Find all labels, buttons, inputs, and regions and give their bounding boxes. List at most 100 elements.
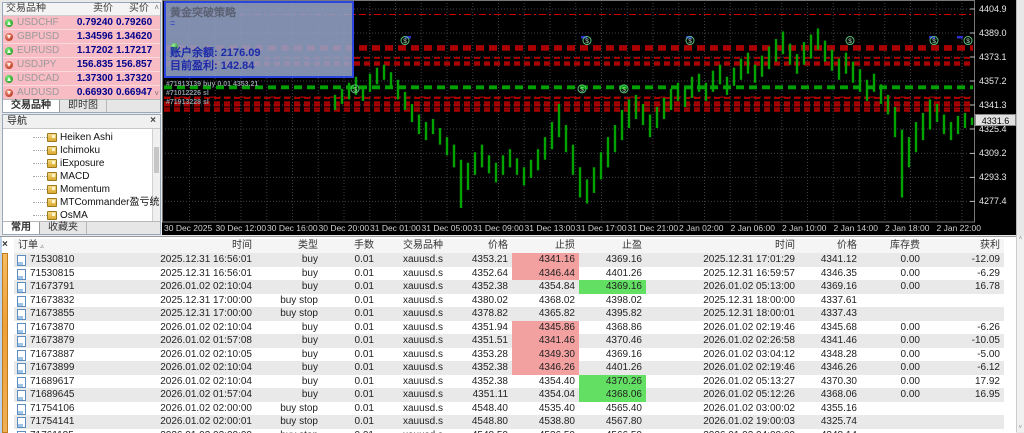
order-cell: [14, 415, 30, 429]
trend-up-icon: [5, 19, 13, 27]
column-header[interactable]: 止损: [512, 239, 579, 254]
account-balance: 账户余额: 2176.09: [170, 47, 260, 60]
stop-loss: 4368.02: [512, 294, 579, 308]
lots: 0.01: [322, 415, 378, 429]
order-row[interactable]: 715308152025.12.31 16:56:01buy0.01xauusd…: [14, 267, 1004, 281]
document-icon: [17, 390, 26, 401]
column-header[interactable]: 订单 ▵: [14, 239, 104, 254]
symbol: xauusd.s: [378, 253, 447, 267]
symbol-name: USDCHF: [3, 16, 69, 29]
symbol: xauusd.s: [378, 402, 447, 416]
column-header[interactable]: 类型: [256, 239, 322, 254]
tab-常用[interactable]: 常用: [3, 222, 40, 234]
order-id: 71689617: [30, 375, 104, 389]
swap: 0.00: [861, 388, 924, 402]
time-axis-label: 2 Jan 22:00: [937, 223, 981, 233]
order-row[interactable]: 716738792026.01.02 01:57:08buy0.01xauusd…: [14, 334, 1004, 348]
tree-item-indicator[interactable]: iExposure: [3, 157, 160, 170]
symbol-row[interactable]: AUDUSD0.669300.66947: [3, 86, 160, 99]
terminal-scrollbar[interactable]: ˄ ˅: [1016, 236, 1024, 432]
tree-item-indicator[interactable]: OsMA: [3, 209, 160, 221]
svg-text:$: $: [966, 38, 970, 45]
order-row[interactable]: 716738552025.12.31 17:00:00buy stop0.01x…: [14, 307, 1004, 321]
scroll-down-icon[interactable]: ˅: [1019, 425, 1023, 431]
open-price: 4548.50: [447, 429, 512, 433]
column-ask[interactable]: 买价: [116, 3, 152, 15]
document-icon: [17, 350, 26, 361]
tab-即时图[interactable]: 即时图: [60, 100, 107, 112]
open-price: 4351.11: [447, 388, 512, 402]
order-row[interactable]: 716896452026.01.02 01:57:04buy0.01xauusd…: [14, 388, 1004, 402]
close-price: 4355.16: [799, 402, 861, 416]
order-row[interactable]: 716738322025.12.31 17:00:00buy stop0.01x…: [14, 294, 1004, 308]
symbol-row[interactable]: USDCAD1.373001.37320: [3, 72, 160, 86]
close-icon[interactable]: ×: [150, 115, 156, 128]
symbol-row[interactable]: USDJPY156.835156.857: [3, 58, 160, 72]
scroll-up-icon[interactable]: ˄: [1019, 236, 1023, 242]
symbol: xauusd.s: [378, 334, 447, 348]
take-profit: 4369.16: [579, 280, 646, 294]
lots: 0.01: [322, 402, 378, 416]
time-axis-label: 30 Dec 20:00: [319, 223, 370, 233]
column-header[interactable]: 获利: [924, 239, 1004, 254]
current-profit: 目前盈利: 142.84: [170, 60, 260, 73]
scroll-down-icon[interactable]: ˅: [154, 90, 159, 98]
tree-item-indicator[interactable]: Momentum: [3, 183, 160, 196]
tab-交易品种[interactable]: 交易品种: [3, 100, 60, 112]
order-row[interactable]: 717541412026.01.02 02:00:01buy stop0.01x…: [14, 415, 1004, 429]
open-time: 2026.01.02 02:00:00: [104, 402, 256, 416]
close-time: 2026.01.02 02:19:46: [646, 361, 799, 375]
swap: 0.00: [861, 375, 924, 389]
close-icon[interactable]: ×: [2, 239, 8, 250]
symbol-row[interactable]: GBPUSD1.345961.34620: [3, 30, 160, 44]
time-axis-label: 31 Dec 05:00: [422, 223, 473, 233]
tree-item-indicator[interactable]: MACD: [3, 170, 160, 183]
column-bid[interactable]: 卖价: [69, 3, 116, 15]
open-time: 2025.12.31 16:56:01: [104, 267, 256, 281]
lots: 0.01: [322, 334, 378, 348]
take-profit: 4370.26: [579, 375, 646, 389]
panel-grab-strip[interactable]: [2, 253, 8, 433]
order-row[interactable]: 717541062026.01.02 02:00:00buy stop0.01x…: [14, 402, 1004, 416]
svg-text:$: $: [622, 86, 626, 93]
tree-item-indicator[interactable]: Ichimoku: [3, 144, 160, 157]
swap: 0.00: [861, 334, 924, 348]
bid-price: 1.17202: [69, 44, 116, 57]
order-row[interactable]: 715308102025.12.31 16:56:01buy0.01xauusd…: [14, 253, 1004, 267]
column-header[interactable]: 交易品种: [378, 239, 447, 254]
document-icon: [17, 404, 26, 415]
symbol-row[interactable]: EURUSD1.172021.17217: [3, 44, 160, 58]
order-row[interactable]: 716896172026.01.02 02:10:04buy0.01xauusd…: [14, 375, 1004, 389]
order-row[interactable]: 716738872026.01.02 02:10:05buy0.01xauusd…: [14, 348, 1004, 362]
tab-收藏夹[interactable]: 收藏夹: [40, 222, 87, 234]
order-row[interactable]: 716737912026.01.02 02:10:04buy0.01xauusd…: [14, 280, 1004, 294]
order-row[interactable]: 716738992026.01.02 02:10:04buy0.01xauusd…: [14, 361, 1004, 375]
order-row[interactable]: 716738702026.01.02 02:10:04buy0.01xauusd…: [14, 321, 1004, 335]
trade-dollar-icon: $: [686, 37, 694, 46]
svg-text:$: $: [403, 38, 407, 45]
lots: 0.01: [322, 429, 378, 433]
tree-item-indicator[interactable]: Heiken Ashi: [3, 131, 160, 144]
column-header[interactable]: 价格: [447, 239, 512, 254]
svg-text:$: $: [580, 86, 584, 93]
open-price: 4352.64: [447, 267, 512, 281]
symbol-row[interactable]: USDCHF0.792400.79260: [3, 16, 160, 30]
order-type: buy stop: [256, 415, 322, 429]
column-header[interactable]: 时间: [104, 239, 256, 254]
open-price: 4378.82: [447, 307, 512, 321]
document-icon: [17, 323, 26, 334]
column-symbol[interactable]: 交易品种: [3, 3, 69, 15]
order-row[interactable]: 717611852026.01.02 02:00:00buy stop0.01x…: [14, 429, 1004, 433]
column-header[interactable]: 手数: [322, 239, 378, 254]
swap: 0.00: [861, 348, 924, 362]
column-header[interactable]: 库存费: [861, 239, 924, 254]
tree-item-indicator[interactable]: MTCommander盈亏统计: [3, 196, 160, 209]
column-header[interactable]: 时间: [646, 239, 799, 254]
scroll-up-icon[interactable]: ˄: [154, 4, 159, 12]
bid-price: 1.34596: [69, 30, 116, 43]
column-header[interactable]: 止盈: [579, 239, 646, 254]
close-time: 2026.01.02 03:04:12: [646, 348, 799, 362]
price-chart[interactable]: $$$$$$$$$ 4404.94389.04373.14357.24341.3…: [162, 0, 1016, 235]
indicator-icon: [47, 172, 57, 181]
column-header[interactable]: 价格: [799, 239, 861, 254]
